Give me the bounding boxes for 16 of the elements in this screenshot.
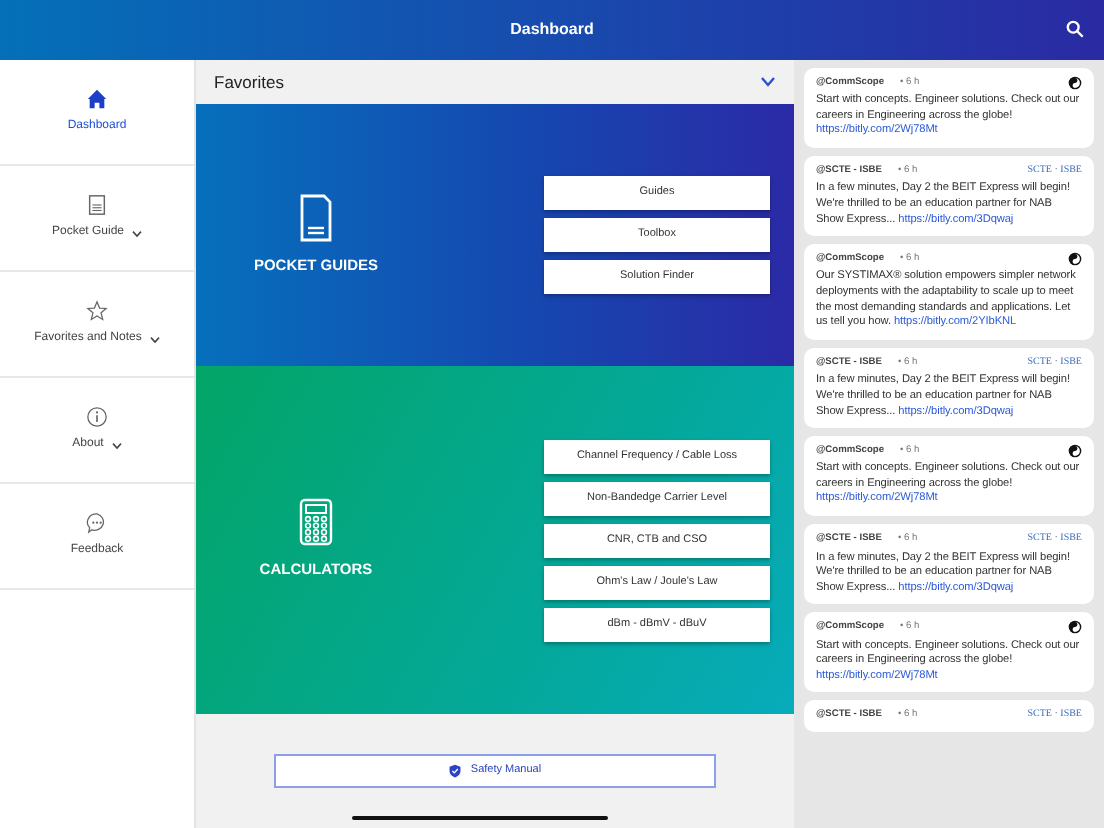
logo-icon bbox=[1068, 76, 1082, 91]
chat-bubble-icon bbox=[86, 512, 108, 534]
info-icon bbox=[86, 406, 108, 428]
page-title: Dashboard bbox=[510, 18, 594, 42]
document-icon bbox=[86, 194, 108, 216]
favorites-header[interactable]: Favorites bbox=[196, 60, 794, 104]
logo-icon bbox=[1068, 444, 1082, 459]
star-icon bbox=[86, 300, 108, 322]
shield-check-icon bbox=[448, 764, 463, 778]
logo-icon bbox=[1068, 252, 1082, 267]
search-icon[interactable] bbox=[1066, 20, 1084, 38]
logo-icon bbox=[1068, 620, 1082, 635]
chevron-icon[interactable] bbox=[760, 76, 776, 88]
home-icon bbox=[86, 88, 108, 110]
document-icon bbox=[298, 193, 334, 242]
calculator-icon bbox=[298, 498, 334, 547]
